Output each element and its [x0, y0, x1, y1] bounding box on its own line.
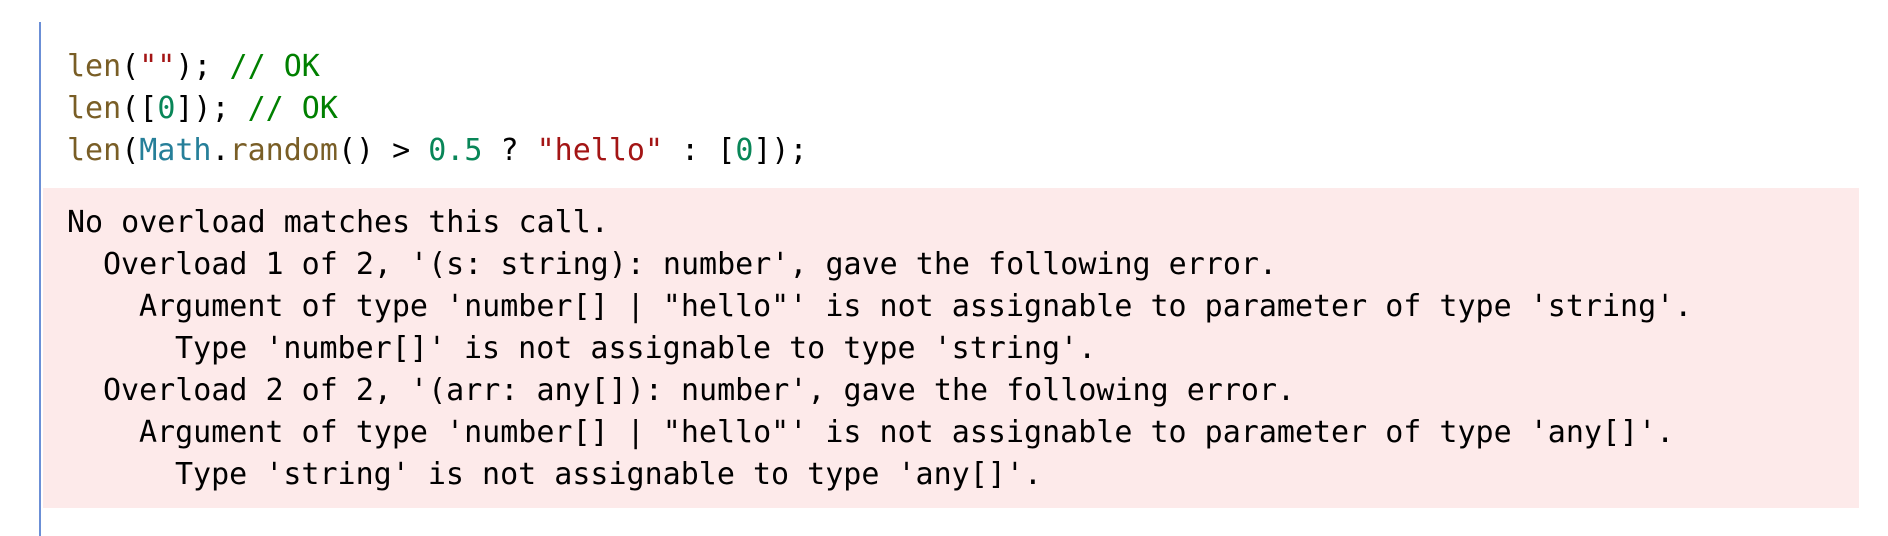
object-name: Math: [139, 133, 212, 168]
string-literal: "": [139, 49, 176, 84]
punctuation: ]);: [175, 91, 230, 126]
code-lines: len(""); // OK len([0]); // OK len(Math.…: [67, 46, 808, 172]
error-message-box: No overload matches this call. Overload …: [43, 188, 1859, 508]
number-literal: 0: [735, 133, 754, 168]
error-line-summary: No overload matches this call.: [67, 205, 609, 240]
code-comment: // OK: [211, 49, 320, 84]
number-literal: 0: [157, 91, 176, 126]
punctuation: () >: [337, 133, 429, 168]
punctuation: );: [175, 49, 212, 84]
function-name: len: [67, 49, 122, 84]
string-literal: "hello": [536, 133, 664, 168]
code-line-2: len([0]); // OK: [67, 88, 808, 130]
error-line-type-1: Type 'number[]' is not assignable to typ…: [175, 331, 1097, 366]
error-lines: No overload matches this call. Overload …: [67, 202, 1692, 496]
number-literal: 0.5: [428, 133, 483, 168]
code-block: len(""); // OK len([0]); // OK len(Math.…: [39, 22, 1888, 536]
punctuation: ]);: [753, 133, 808, 168]
code-line-1: len(""); // OK: [67, 46, 808, 88]
punctuation: .: [211, 133, 230, 168]
code-comment: // OK: [229, 91, 338, 126]
punctuation: ([: [121, 91, 158, 126]
code-line-3: len(Math.random() > 0.5 ? "hello" : [0])…: [67, 130, 808, 172]
error-line-overload-2: Overload 2 of 2, '(arr: any[]): number',…: [103, 373, 1296, 408]
error-line-overload-1: Overload 1 of 2, '(s: string): number', …: [103, 247, 1277, 282]
method-name: random: [229, 133, 338, 168]
error-line-argument-2: Argument of type 'number[] | "hello"' is…: [139, 415, 1675, 450]
punctuation: (: [121, 49, 140, 84]
punctuation: : [: [663, 133, 736, 168]
punctuation: (: [121, 133, 140, 168]
error-line-type-2: Type 'string' is not assignable to type …: [175, 457, 1042, 492]
function-name: len: [67, 133, 122, 168]
function-name: len: [67, 91, 122, 126]
error-line-argument-1: Argument of type 'number[] | "hello"' is…: [139, 289, 1693, 324]
punctuation: ?: [482, 133, 537, 168]
